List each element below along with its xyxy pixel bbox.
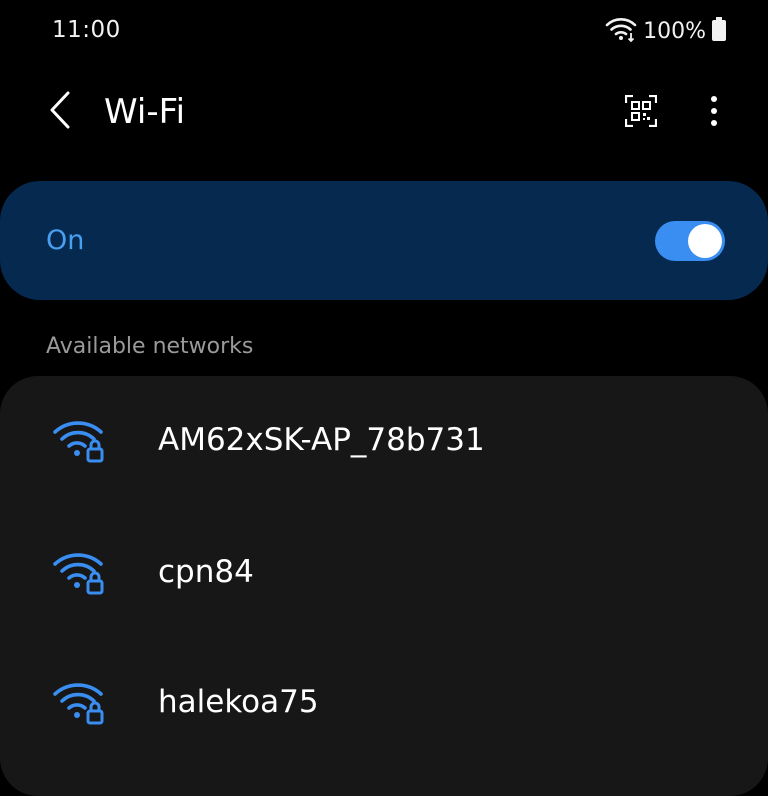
network-list: AM62xSK-AP_78b731 cpn84 halekoa75: [0, 376, 768, 796]
status-time: 11:00: [52, 17, 121, 43]
page-title: Wi-Fi: [104, 92, 186, 132]
network-item[interactable]: cpn84: [0, 510, 768, 630]
back-button[interactable]: [40, 90, 80, 134]
wifi-locked-icon: [52, 418, 106, 464]
app-header: Wi-Fi: [0, 80, 768, 148]
network-ssid: halekoa75: [158, 684, 319, 720]
switch-knob: [688, 224, 722, 258]
more-options-button[interactable]: [694, 92, 734, 134]
wifi-calling-icon: [605, 16, 637, 46]
network-ssid: AM62xSK-AP_78b731: [158, 422, 485, 458]
network-item[interactable]: AM62xSK-AP_78b731: [0, 378, 768, 498]
back-arrow-icon: [48, 91, 72, 133]
more-vertical-icon: [710, 95, 718, 131]
qr-scan-button[interactable]: [620, 92, 662, 134]
wifi-toggle-switch[interactable]: [655, 221, 725, 261]
status-bar: 11:00 100%: [0, 0, 768, 64]
network-item[interactable]: halekoa75: [0, 640, 768, 760]
battery-percent: 100%: [643, 18, 706, 44]
battery-icon: [712, 17, 726, 45]
wifi-toggle-card[interactable]: On: [0, 181, 768, 300]
qr-scan-icon: [624, 94, 658, 131]
network-ssid: cpn84: [158, 554, 254, 590]
status-icons: 100%: [605, 16, 726, 46]
wifi-locked-icon: [52, 680, 106, 726]
wifi-locked-icon: [52, 550, 106, 596]
wifi-toggle-label: On: [46, 225, 85, 256]
section-header-available-networks: Available networks: [46, 334, 254, 359]
